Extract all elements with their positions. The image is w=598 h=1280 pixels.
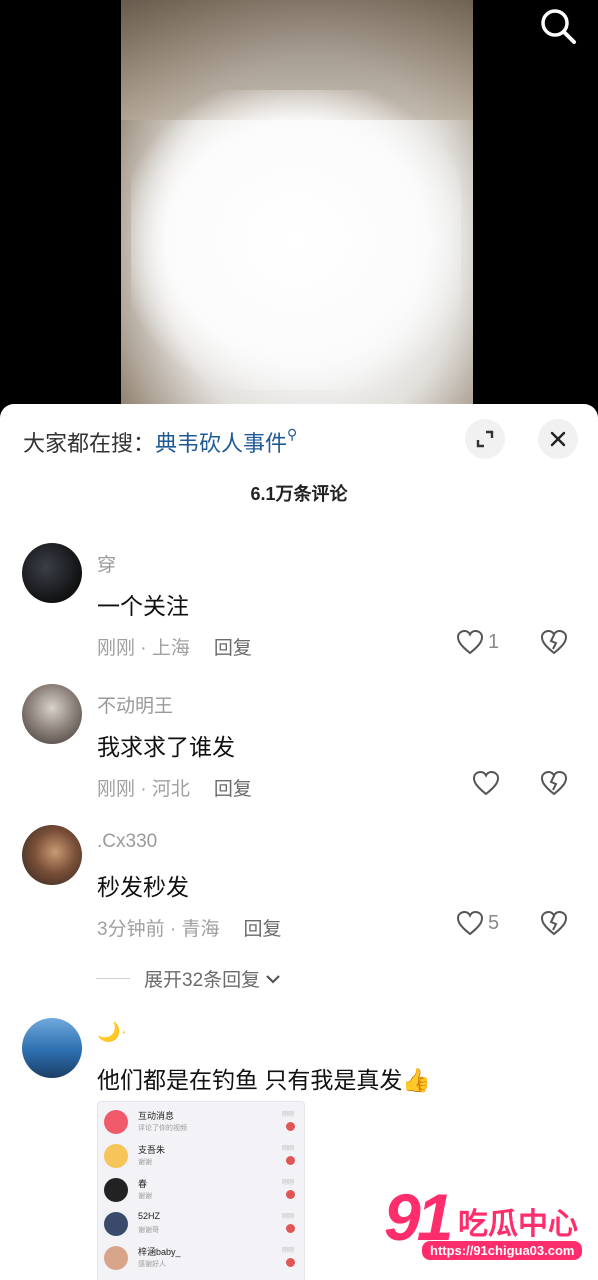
- unread-badge: [286, 1190, 295, 1199]
- dislike-button[interactable]: [540, 770, 568, 801]
- message-icon: [104, 1110, 128, 1134]
- watermark-text: 吃瓜中心: [458, 1208, 578, 1241]
- comment-text: 秒发秒发: [97, 874, 189, 900]
- attachment-name: 52HZ: [138, 1211, 161, 1221]
- comment-image[interactable]: 互动消息 评论了你的视频 刚刚 支吾朱 谢谢 刚刚 春 谢谢 刚刚 52HZ 谢…: [97, 1101, 305, 1280]
- avatar[interactable]: [22, 1018, 82, 1078]
- comment-time: 刚刚: [97, 779, 136, 800]
- comment-time: 刚刚: [97, 638, 136, 659]
- attachment-time: 刚刚: [282, 1248, 295, 1254]
- attachment-row: 52HZ 谢谢哥 刚刚: [102, 1208, 300, 1240]
- search-button[interactable]: [538, 6, 578, 46]
- like-button[interactable]: 5: [456, 910, 499, 936]
- attachment-sub: 谢谢: [138, 1159, 152, 1166]
- hot-search-prefix: 大家都在搜：: [23, 431, 156, 456]
- avatar[interactable]: [22, 825, 82, 885]
- dislike-button[interactable]: [540, 910, 568, 941]
- video-frame: [121, 0, 473, 410]
- reply-button[interactable]: 回复: [214, 638, 252, 659]
- reply-button[interactable]: 回复: [243, 919, 281, 940]
- divider: [96, 978, 130, 979]
- chevron-down-icon: [266, 974, 280, 984]
- broken-heart-icon: [540, 910, 568, 936]
- avatar[interactable]: [22, 543, 82, 603]
- avatar: [104, 1246, 128, 1270]
- attachment-time: 刚刚: [282, 1214, 295, 1220]
- attachment-sub: 感谢好人: [138, 1261, 166, 1268]
- unread-badge: [286, 1122, 295, 1131]
- attachment-name: 梓涵baby_: [138, 1247, 181, 1257]
- attachment-sub: 评论了你的视频: [138, 1125, 187, 1132]
- broken-heart-icon: [540, 770, 568, 796]
- reply-button[interactable]: 回复: [214, 779, 252, 800]
- comment-username[interactable]: .Cx330: [97, 831, 157, 853]
- unread-badge: [286, 1224, 295, 1233]
- avatar[interactable]: [22, 684, 82, 744]
- comment-location: 青海: [181, 919, 220, 940]
- dislike-button[interactable]: [540, 629, 568, 660]
- heart-icon: [456, 629, 484, 655]
- close-icon: [550, 431, 566, 447]
- attachment-row: 支吾朱 谢谢 刚刚: [102, 1140, 300, 1172]
- expand-replies-button[interactable]: 展开32条回复: [96, 965, 282, 992]
- comment-meta: 3分钟前 · 青海 回复: [97, 919, 282, 940]
- attachment-name: 春: [138, 1179, 148, 1189]
- watermark-url: https://91chigua03.com: [422, 1241, 583, 1260]
- attachment-row: 互动消息 评论了你的视频 刚刚: [102, 1106, 300, 1138]
- like-count: 5: [488, 911, 500, 934]
- comment-text: 一个关注: [97, 593, 189, 619]
- comment-text: 我求求了谁发: [97, 734, 235, 760]
- expand-button[interactable]: [465, 419, 505, 459]
- hot-search-keyword[interactable]: 典韦砍人事件: [155, 431, 287, 456]
- comment-location: 河北: [151, 779, 190, 800]
- like-button[interactable]: [472, 770, 500, 796]
- attachment-name: 支吾朱: [138, 1145, 166, 1155]
- heart-icon: [456, 910, 484, 936]
- attachment-time: 刚刚: [282, 1146, 295, 1152]
- unread-badge: [286, 1156, 295, 1165]
- expand-icon: [476, 430, 494, 448]
- search-small-icon: ⚲: [287, 426, 298, 442]
- heart-icon: [472, 770, 500, 796]
- comment-username[interactable]: 穿: [97, 550, 116, 577]
- attachment-name: 互动消息: [138, 1111, 175, 1121]
- video-content: [131, 90, 461, 390]
- expand-replies-label: 展开32条回复: [144, 970, 261, 991]
- hot-search-bar[interactable]: 大家都在搜：典韦砍人事件⚲: [23, 426, 297, 458]
- comment-location: 上海: [151, 638, 190, 659]
- close-button[interactable]: [538, 419, 578, 459]
- avatar: [104, 1178, 128, 1202]
- comment-meta: 刚刚 · 河北 回复: [97, 779, 252, 800]
- attachment-row: 梓涵baby_ 感谢好人 刚刚: [102, 1242, 300, 1274]
- comment-count: 6.1万条评论: [250, 484, 348, 504]
- comment-sheet: 大家都在搜：典韦砍人事件⚲ 6.1万条评论 穿 一个关注 刚刚 · 上海 回复 1: [0, 404, 598, 1280]
- attachment-time: 刚刚: [282, 1112, 295, 1118]
- video-player[interactable]: [0, 0, 598, 410]
- attachment-sub: 谢谢哥: [138, 1227, 159, 1234]
- avatar: [104, 1212, 128, 1236]
- unread-badge: [286, 1258, 295, 1267]
- like-button[interactable]: 1: [456, 629, 499, 655]
- comment-username[interactable]: 不动明王: [97, 691, 173, 718]
- comment-time: 3分钟前: [97, 919, 165, 940]
- search-icon: [541, 9, 576, 44]
- comment-meta: 刚刚 · 上海 回复: [97, 638, 252, 659]
- like-count: 1: [488, 630, 500, 653]
- watermark-logo: 91 吃瓜中心 https://91chigua03.com: [384, 1180, 594, 1265]
- attachment-time: 刚刚: [282, 1180, 295, 1186]
- attachment-row: 春 谢谢 刚刚: [102, 1174, 300, 1206]
- broken-heart-icon: [540, 629, 568, 655]
- comment-text: 他们都是在钓鱼 只有我是真发👍: [97, 1067, 432, 1093]
- avatar: [104, 1144, 128, 1168]
- attachment-sub: 谢谢: [138, 1193, 152, 1200]
- comment-username[interactable]: 🌙·: [97, 1020, 127, 1044]
